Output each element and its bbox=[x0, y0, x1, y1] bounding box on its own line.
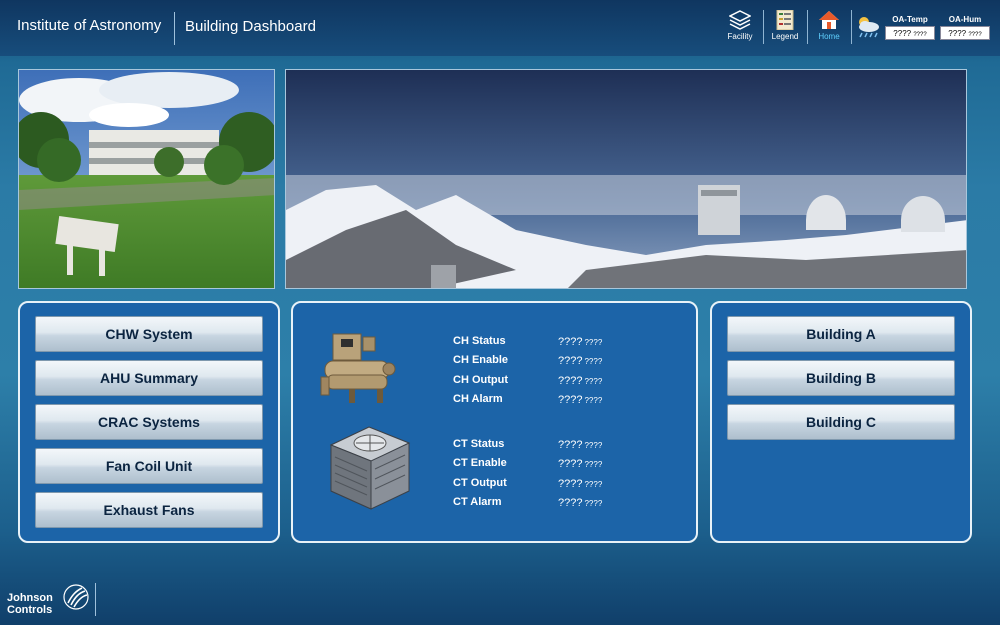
ct-status-value: ???????? bbox=[558, 439, 603, 451]
ch-enable-value: ???????? bbox=[558, 355, 603, 367]
home-button[interactable]: Home bbox=[809, 10, 849, 46]
top-bar: Institute of Astronomy Building Dashboar… bbox=[0, 0, 1000, 56]
ahu-summary-button[interactable]: AHU Summary bbox=[35, 360, 263, 396]
oa-hum-value: ???? bbox=[948, 29, 967, 38]
building-a-button[interactable]: Building A bbox=[727, 316, 955, 352]
nav-separator bbox=[807, 10, 808, 44]
oa-hum-label: OA-Hum bbox=[948, 15, 982, 24]
systems-menu-panel: CHW System AHU Summary CRAC Systems Fan … bbox=[18, 301, 280, 543]
buildings-menu-panel: Building A Building B Building C bbox=[710, 301, 972, 543]
ct-enable-label: CT Enable bbox=[453, 457, 507, 469]
nav-separator bbox=[763, 10, 764, 44]
campus-photo bbox=[18, 69, 275, 289]
oa-hum-value-box: ???? ???? bbox=[940, 26, 990, 40]
facility-button[interactable]: Facility bbox=[720, 10, 760, 46]
oa-hum-unit: ???? bbox=[968, 32, 982, 38]
crac-systems-button[interactable]: CRAC Systems bbox=[35, 404, 263, 440]
ch-output-value: ???????? bbox=[558, 375, 603, 387]
ct-status-label: CT Status bbox=[453, 438, 505, 450]
observatory-photo bbox=[285, 69, 967, 289]
logo-line-2: Controls bbox=[7, 604, 53, 616]
oa-temp-value: ???? bbox=[893, 29, 912, 38]
exhaust-fans-button[interactable]: Exhaust Fans bbox=[35, 492, 263, 528]
facility-label: Facility bbox=[727, 32, 753, 41]
page-title: Building Dashboard bbox=[185, 18, 316, 35]
legend-label: Legend bbox=[771, 32, 799, 41]
logo-divider bbox=[95, 583, 96, 616]
oa-temp-unit: ???? bbox=[913, 32, 927, 38]
ct-alarm-label: CT Alarm bbox=[453, 496, 502, 508]
ch-status-value: ???????? bbox=[558, 336, 603, 348]
weather-icon bbox=[859, 17, 879, 38]
nav-separator bbox=[851, 10, 852, 44]
ct-output-value: ???????? bbox=[558, 478, 603, 490]
oa-temp-label: OA-Temp bbox=[892, 15, 928, 24]
ch-alarm-value: ???????? bbox=[558, 394, 603, 406]
ch-enable-label: CH Enable bbox=[453, 354, 509, 366]
oa-temp-value-box: ???? ???? bbox=[885, 26, 935, 40]
cooling-tower-icon bbox=[329, 426, 411, 510]
ct-output-label: CT Output bbox=[453, 477, 507, 489]
ch-alarm-label: CH Alarm bbox=[453, 393, 503, 405]
building-c-button[interactable]: Building C bbox=[727, 404, 955, 440]
johnson-controls-logo: Johnson Controls bbox=[7, 592, 53, 616]
equipment-status-panel: CH Status ???????? CH Enable ???????? CH… bbox=[291, 301, 698, 543]
app-title: Institute of Astronomy bbox=[17, 17, 162, 34]
chw-system-button[interactable]: CHW System bbox=[35, 316, 263, 352]
ch-status-label: CH Status bbox=[453, 335, 506, 347]
title-divider bbox=[174, 12, 175, 45]
logo-line-1: Johnson bbox=[7, 592, 53, 604]
fan-coil-unit-button[interactable]: Fan Coil Unit bbox=[35, 448, 263, 484]
legend-icon bbox=[776, 10, 794, 30]
home-icon bbox=[819, 11, 839, 29]
layers-icon bbox=[729, 10, 751, 30]
legend-button[interactable]: Legend bbox=[765, 10, 805, 46]
ch-output-label: CH Output bbox=[453, 374, 508, 386]
ct-enable-value: ???????? bbox=[558, 458, 603, 470]
building-b-button[interactable]: Building B bbox=[727, 360, 955, 396]
ct-alarm-value: ???????? bbox=[558, 497, 603, 509]
chiller-icon bbox=[320, 333, 396, 403]
home-label: Home bbox=[818, 32, 840, 41]
johnson-controls-mark-icon bbox=[63, 584, 89, 610]
